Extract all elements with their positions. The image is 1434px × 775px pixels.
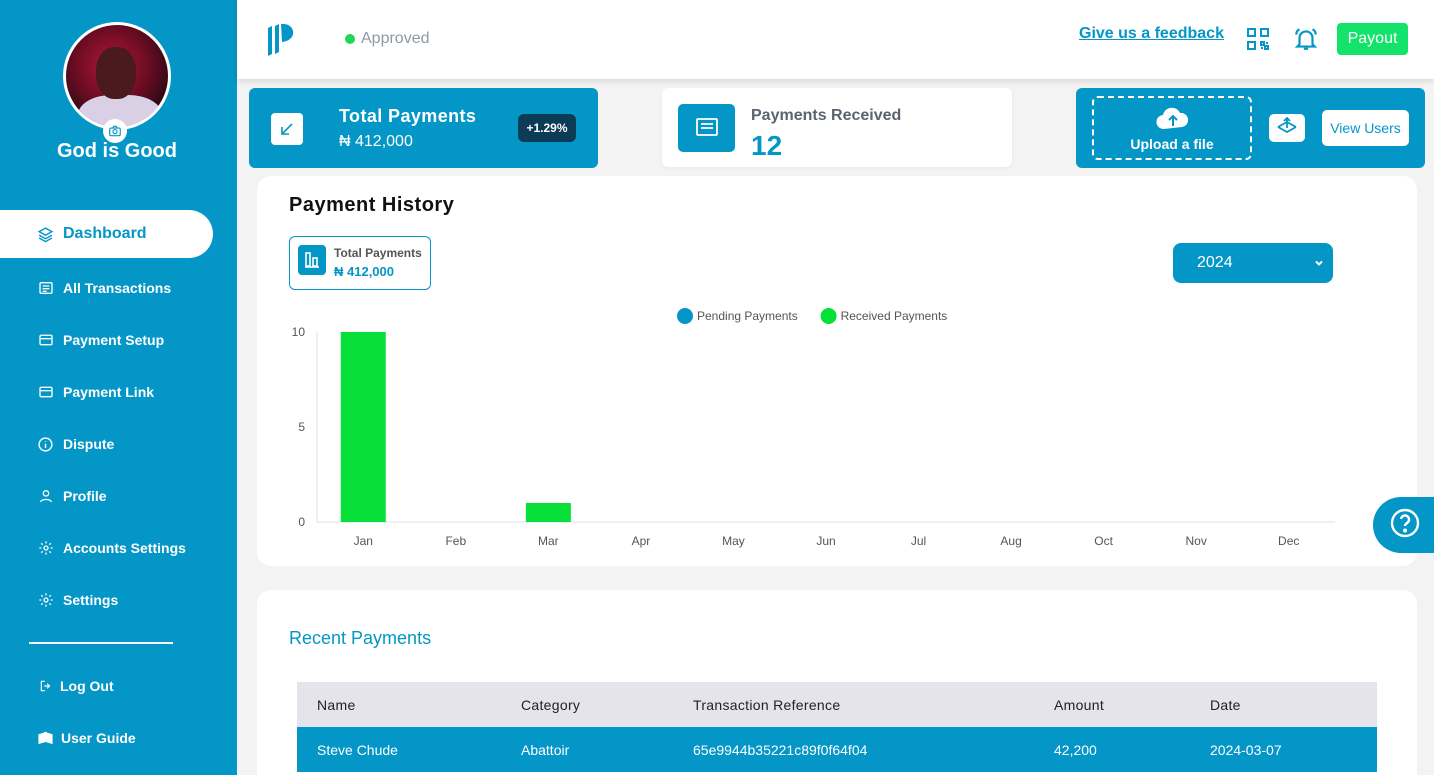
list-icon — [37, 280, 54, 297]
table-row[interactable]: Steve Chude Abattoir 65e9944b35221c89f0f… — [297, 727, 1377, 772]
total-payments-card: Total Payments ₦ 412,000 +1.29% — [249, 88, 598, 168]
card-icon — [37, 384, 54, 401]
sidebar-divider — [29, 642, 173, 644]
x-tick-label: Nov — [1186, 534, 1207, 548]
question-icon — [1390, 508, 1420, 543]
card-icon — [37, 332, 54, 349]
payment-history-panel: Payment History Total Payments ₦ 412,000… — [257, 176, 1417, 566]
info-icon — [37, 436, 54, 453]
change-badge: +1.29% — [518, 114, 576, 142]
y-tick-label: 10 — [292, 325, 306, 339]
sidebar-item-accounts-settings[interactable]: Accounts Settings — [0, 524, 213, 572]
upload-card: Upload a file View Users — [1076, 88, 1425, 168]
cell-reference: 65e9944b35221c89f0f64f04 — [693, 741, 868, 758]
bell-icon[interactable] — [1293, 26, 1319, 57]
payout-button[interactable]: Payout — [1337, 23, 1408, 55]
status-dot — [345, 34, 355, 44]
upload-tray-icon — [1276, 116, 1298, 140]
avatar[interactable] — [63, 22, 171, 130]
upload-file-label: Upload a file — [1130, 136, 1214, 152]
legend-label: Received Payments — [841, 309, 948, 323]
recent-payments-panel: Recent Payments Name Category Transactio… — [257, 590, 1417, 775]
sidebar-item-payment-link[interactable]: Payment Link — [0, 368, 213, 416]
user-guide-label: User Guide — [61, 730, 136, 746]
user-name: God is Good — [57, 140, 177, 162]
sidebar-item-payment-setup[interactable]: Payment Setup — [0, 316, 213, 364]
view-users-button[interactable]: View Users — [1322, 110, 1409, 146]
bar-received-payments — [340, 332, 386, 522]
bar-received-payments — [525, 503, 571, 522]
arrow-down-left-icon — [271, 113, 303, 145]
cell-name: Steve Chude — [317, 741, 398, 758]
sidebar-item-dispute[interactable]: Dispute — [0, 420, 213, 468]
sidebar-item-label: Payment Link — [63, 384, 155, 400]
cell-amount: 42,200 — [1054, 741, 1097, 758]
sidebar-item-label: Dispute — [63, 436, 115, 452]
x-tick-label: Apr — [632, 534, 651, 548]
logout-label: Log Out — [60, 678, 114, 694]
x-tick-label: Dec — [1278, 534, 1299, 548]
user-guide-link[interactable]: User Guide — [0, 714, 213, 762]
table-header: Name Category Transaction Reference Amou… — [297, 682, 1377, 727]
avatar-face — [96, 47, 136, 99]
x-tick-label: Feb — [445, 534, 466, 548]
receipt-icon — [678, 104, 735, 152]
user-icon — [37, 488, 54, 505]
payments-received-label: Payments Received — [751, 107, 902, 124]
column-header[interactable]: Transaction Reference — [693, 682, 840, 727]
total-payments-label: Total Payments — [339, 106, 477, 126]
cell-date: 2024-03-07 — [1210, 741, 1282, 758]
approval-status: Approved — [345, 30, 430, 48]
x-tick-label: May — [722, 534, 745, 548]
logout-icon — [37, 678, 54, 695]
x-tick-label: Oct — [1094, 534, 1113, 548]
sidebar-item-label: Settings — [63, 592, 119, 608]
legend-marker — [677, 308, 693, 324]
sidebar-item-label: Accounts Settings — [63, 540, 186, 556]
help-button[interactable] — [1373, 497, 1434, 553]
cell-category: Abattoir — [521, 741, 570, 758]
payments-received-card: Payments Received 12 — [662, 88, 1012, 167]
book-icon — [37, 730, 54, 747]
sidebar-item-profile[interactable]: Profile — [0, 472, 213, 520]
top-bar: Approved Give us a feedback Payout — [237, 0, 1434, 79]
sidebar: God is Good Dashboard All Transactions P… — [0, 0, 237, 775]
y-tick-label: 0 — [298, 515, 305, 529]
column-header[interactable]: Name — [317, 682, 356, 727]
sidebar-item-settings[interactable]: Settings — [0, 576, 213, 624]
gear-icon — [37, 540, 54, 557]
column-header[interactable]: Amount — [1054, 682, 1104, 727]
layers-icon — [37, 226, 54, 243]
x-tick-label: Jan — [354, 534, 373, 548]
sidebar-item-label: Profile — [63, 488, 107, 504]
sidebar-item-all-transactions[interactable]: All Transactions — [0, 264, 213, 312]
column-header[interactable]: Date — [1210, 682, 1241, 727]
x-tick-label: Mar — [538, 534, 559, 548]
x-tick-label: Jul — [911, 534, 926, 548]
y-tick-label: 5 — [298, 420, 305, 434]
column-header[interactable]: Category — [521, 682, 580, 727]
sidebar-item-label: Payment Setup — [63, 332, 165, 348]
x-tick-label: Jun — [816, 534, 835, 548]
upload-tray-button[interactable] — [1269, 114, 1305, 142]
brand-logo[interactable] — [267, 22, 297, 61]
sidebar-item-label: Dashboard — [63, 225, 147, 242]
legend-label: Pending Payments — [697, 309, 798, 323]
upload-file-dropzone[interactable]: Upload a file — [1092, 96, 1252, 160]
sidebar-item-dashboard[interactable]: Dashboard — [0, 210, 213, 258]
status-text: Approved — [361, 30, 430, 47]
logout-button[interactable]: Log Out — [0, 662, 213, 710]
legend-marker — [820, 308, 837, 324]
total-payments-value: ₦ 412,000 — [339, 133, 413, 150]
x-tick-label: Aug — [1000, 534, 1021, 548]
cloud-upload-icon — [1156, 107, 1190, 136]
payment-history-chart: 0 5 10 Jan Feb Mar Apr May Jun Jul Aug Oct Nov Dec Pen… — [292, 308, 1335, 548]
payments-received-value: 12 — [751, 130, 783, 161]
qr-code-icon[interactable] — [1247, 28, 1269, 55]
recent-payments-table: Name Category Transaction Reference Amou… — [297, 682, 1377, 772]
feedback-link[interactable]: Give us a feedback — [1079, 25, 1224, 43]
recent-payments-title: Recent Payments — [289, 628, 432, 648]
gear-icon — [37, 592, 54, 609]
sidebar-item-label: All Transactions — [63, 280, 172, 296]
